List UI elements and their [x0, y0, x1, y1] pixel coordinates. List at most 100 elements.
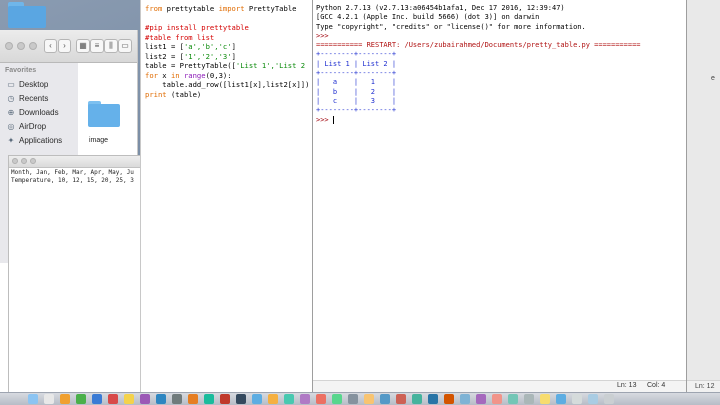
background-status-label: Ln: 12	[695, 383, 715, 390]
sidebar-item-downloads[interactable]: ⊕ Downloads	[6, 106, 59, 119]
facetime-dock-icon[interactable]	[332, 394, 342, 404]
forward-icon[interactable]: ›	[58, 39, 71, 53]
music-dock-icon[interactable]	[220, 394, 230, 404]
powerpoint-dock-icon[interactable]	[444, 394, 454, 404]
zoom-button[interactable]	[29, 42, 37, 50]
shell-line: [GCC 4.2.1 (Apple Inc. build 5666) (dot …	[316, 13, 540, 22]
folder-dock-icon[interactable]	[556, 394, 566, 404]
idle-dock-icon[interactable]	[268, 394, 278, 404]
safari-dock-icon[interactable]	[60, 394, 70, 404]
text-cursor	[332, 115, 334, 124]
text-line: Temperature, 10, 12, 15, 20, 25, 3	[11, 177, 134, 184]
sidebar-item-applications[interactable]: ✦ Applications	[6, 134, 63, 147]
numbers-dock-icon[interactable]	[284, 394, 294, 404]
maps-dock-icon[interactable]	[204, 394, 214, 404]
screenshot-dock-icon[interactable]	[476, 394, 486, 404]
mail-dock-icon[interactable]	[92, 394, 102, 404]
textedit-dock-icon[interactable]	[364, 394, 374, 404]
excel-dock-icon[interactable]	[412, 394, 422, 404]
restart-line: =========== RESTART: /Users/zubairahmed/…	[316, 41, 641, 50]
partial-text: e	[711, 75, 715, 82]
te-zoom-button[interactable]	[30, 158, 36, 164]
code-text[interactable]: from prettytable import PrettyTable #pip…	[145, 4, 309, 99]
messages-dock-icon[interactable]	[76, 394, 86, 404]
finder-dock-icon[interactable]	[28, 394, 38, 404]
finder-toolbar: ‹ › ▦ ≡ ⫼ ▭	[0, 30, 137, 63]
code-line: table.add_row([list1[x],list2[x]])	[145, 80, 310, 89]
terminal-dock-icon[interactable]	[236, 394, 246, 404]
code-line: list1 = ['a','b','c']	[145, 42, 236, 51]
notes-dock-icon[interactable]	[124, 394, 134, 404]
status-line-number: Ln: 13	[617, 382, 637, 389]
code-line: from prettytable import PrettyTable	[145, 4, 297, 13]
code-editor-window[interactable]: from prettytable import PrettyTable #pip…	[140, 0, 314, 392]
minimize-button[interactable]	[17, 42, 25, 50]
text-line: Month, Jan, Feb, Mar, Apr, May, Ju	[11, 169, 134, 176]
te-minimize-button[interactable]	[21, 158, 27, 164]
download-icon: ⊕	[7, 108, 15, 117]
back-icon[interactable]: ‹	[44, 39, 57, 53]
table-line: | c | 3 |	[316, 96, 397, 105]
shell-output[interactable]: Python 2.7.13 (v2.7.13:a06454b1afa1, Dec…	[316, 4, 641, 125]
code-line: list2 = ['1','2','3']	[145, 51, 236, 61]
table-line: +--------+--------+	[316, 50, 397, 59]
office-dock-icon[interactable]	[396, 394, 406, 404]
python-shell-window[interactable]: Python 2.7.13 (v2.7.13:a06454b1afa1, Dec…	[312, 0, 687, 393]
trash-dock-icon[interactable]	[604, 394, 614, 404]
sidebar-item-recents[interactable]: ◷ Recents	[6, 92, 49, 105]
code-line: for x in range(0,3):	[145, 70, 232, 80]
file-label[interactable]: image	[89, 137, 108, 144]
input-line[interactable]: >>>	[316, 115, 641, 125]
background-window-edge: e Ln: 12	[687, 0, 720, 393]
stickies-dock-icon[interactable]	[540, 394, 550, 404]
desktop-folder-icon[interactable]	[8, 2, 46, 28]
list-view-icon[interactable]: ≡	[90, 39, 104, 53]
reminders-dock-icon[interactable]	[508, 394, 518, 404]
code-line: #table from list	[145, 32, 215, 42]
text-document-window: Month, Jan, Feb, Mar, Apr, May, Ju Temper…	[8, 155, 145, 395]
shell-prompt: >>>	[316, 115, 333, 124]
finder-alt-dock-icon[interactable]	[460, 394, 470, 404]
keynote-dock-icon[interactable]	[300, 394, 310, 404]
settings-dock-icon[interactable]	[172, 394, 182, 404]
table-line: | b | 2 |	[316, 87, 397, 96]
contacts-dock-icon[interactable]	[492, 394, 502, 404]
image-folder-icon[interactable]	[88, 101, 120, 127]
te-close-button[interactable]	[12, 158, 18, 164]
pages-dock-icon[interactable]	[316, 394, 326, 404]
code-line: print (table)	[145, 89, 202, 99]
close-button[interactable]	[5, 42, 13, 50]
podcasts-dock-icon[interactable]	[140, 394, 150, 404]
clock-icon: ◷	[7, 94, 15, 103]
shell-line: Python 2.7.13 (v2.7.13:a06454b1afa1, Dec…	[316, 4, 565, 12]
airdrop-icon: ◎	[7, 122, 15, 131]
preview-dock-icon[interactable]	[348, 394, 358, 404]
status-column-number: Col: 4	[647, 382, 666, 389]
shell-line: Type "copyright", "credits" or "license(…	[316, 22, 586, 31]
code-line: #pip install prettytable	[145, 23, 249, 32]
documents-dock-icon[interactable]	[588, 394, 598, 404]
word-dock-icon[interactable]	[428, 394, 438, 404]
photos-dock-icon[interactable]	[188, 394, 198, 404]
downloads-dock-icon[interactable]	[572, 394, 582, 404]
python-dock-icon[interactable]	[252, 394, 262, 404]
icon-view-icon[interactable]: ▦	[76, 39, 90, 53]
launchpad-dock-icon[interactable]	[44, 394, 54, 404]
column-view-icon[interactable]: ⫼	[104, 39, 118, 53]
calendar-dock-icon[interactable]	[108, 394, 118, 404]
code-line: table = PrettyTable(['List 1','List 2	[145, 61, 306, 70]
utilities-dock-icon[interactable]	[524, 394, 534, 404]
favorites-header: Favorites	[5, 67, 37, 74]
sidebar-item-airdrop[interactable]: ◎ AirDrop	[6, 120, 47, 133]
shell-prompt: >>>	[316, 31, 333, 40]
table-line: +--------+--------+	[316, 69, 397, 78]
dock	[0, 392, 720, 405]
gallery-view-icon[interactable]: ▭	[118, 39, 132, 53]
appstore-dock-icon[interactable]	[156, 394, 166, 404]
table-line: | a | 1 |	[316, 78, 397, 87]
text-document-body[interactable]: Month, Jan, Feb, Mar, Apr, May, Ju Temper…	[11, 169, 134, 185]
table-line: +--------+--------+	[316, 106, 397, 115]
table-line: | List 1 | List 2 |	[316, 59, 397, 68]
chrome-dock-icon[interactable]	[380, 394, 390, 404]
sidebar-item-desktop[interactable]: ▭ Desktop	[6, 78, 48, 91]
